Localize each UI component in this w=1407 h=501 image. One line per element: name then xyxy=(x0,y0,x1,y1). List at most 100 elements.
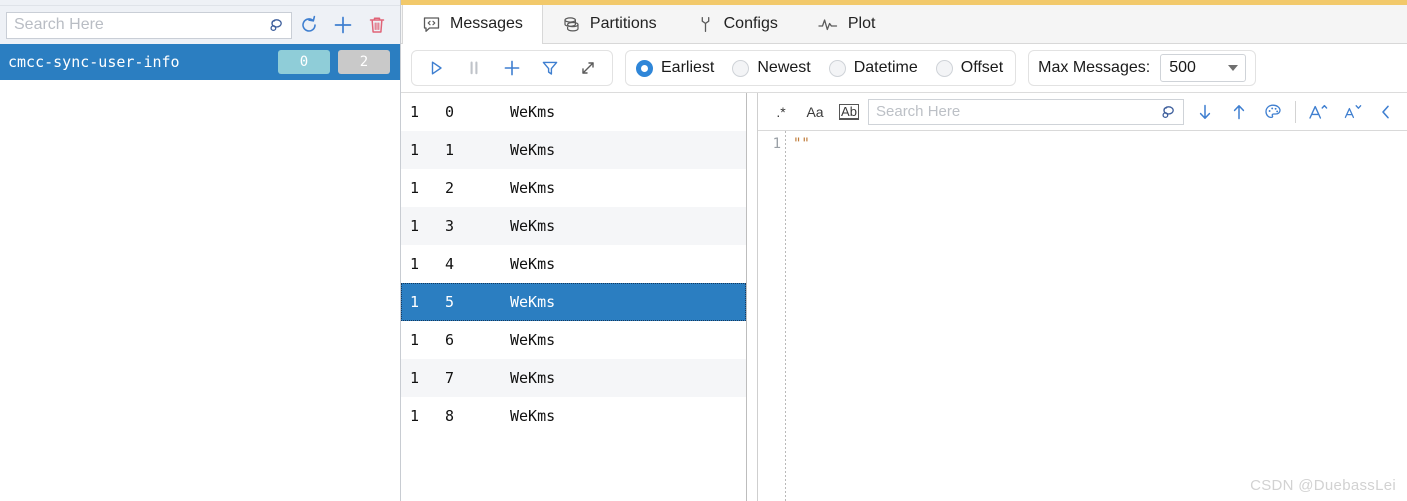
message-value-editor[interactable]: 1 "" xyxy=(758,131,1407,501)
cell-partition: 1 xyxy=(410,255,420,273)
cell-offset: 5 xyxy=(445,293,455,311)
table-row[interactable]: 1 2 WeKms xyxy=(401,169,746,207)
cell-key: WeKms xyxy=(510,217,556,235)
wrench-icon xyxy=(696,15,715,34)
cell-partition: 1 xyxy=(410,407,420,425)
increase-font-button[interactable] xyxy=(1301,98,1335,126)
toolbar-divider xyxy=(1295,100,1296,123)
tab-plot-label: Plot xyxy=(847,15,876,32)
pulse-icon xyxy=(817,15,839,34)
cell-key: WeKms xyxy=(510,103,556,121)
table-row[interactable]: 1 7 WeKms xyxy=(401,359,746,397)
max-messages-value: 500 xyxy=(1169,59,1196,76)
offset-mode-group: Earliest Newest Datetime Offset xyxy=(625,50,1017,86)
split-handle[interactable] xyxy=(747,93,758,501)
play-button[interactable] xyxy=(418,53,454,83)
decrease-font-button[interactable] xyxy=(1335,98,1369,126)
highlight-color-button[interactable] xyxy=(1256,98,1290,126)
add-button[interactable] xyxy=(494,53,530,83)
radio-offset-dot xyxy=(935,59,953,77)
cell-offset: 8 xyxy=(445,407,455,425)
cell-key: WeKms xyxy=(510,331,556,349)
topic-search-input[interactable] xyxy=(7,12,291,38)
topic-badge-count: 2 xyxy=(338,50,390,74)
cell-offset: 0 xyxy=(445,103,455,121)
table-row[interactable]: 1 1 WeKms xyxy=(401,131,746,169)
delete-topic-button[interactable] xyxy=(360,10,394,40)
topic-detail-panel: Messages Partitions Configs Plot Earlies… xyxy=(401,0,1407,501)
match-case-button[interactable]: Aa xyxy=(798,98,832,126)
radio-datetime-label: Datetime xyxy=(853,59,918,76)
cell-partition: 1 xyxy=(410,103,420,121)
tab-partitions[interactable]: Partitions xyxy=(543,5,677,43)
radio-datetime[interactable]: Datetime xyxy=(828,59,936,77)
find-previous-button[interactable] xyxy=(1222,98,1256,126)
table-row[interactable]: 1 3 WeKms xyxy=(401,207,746,245)
topic-search-field[interactable] xyxy=(6,11,292,39)
cell-key: WeKms xyxy=(510,255,556,273)
topic-list: cmcc-sync-user-info 0 2 xyxy=(0,44,400,501)
topics-toolbar xyxy=(0,6,400,44)
radio-earliest[interactable]: Earliest xyxy=(636,59,732,77)
radio-newest[interactable]: Newest xyxy=(732,59,828,77)
cell-offset: 7 xyxy=(445,369,455,387)
application-window: cmcc-sync-user-info 0 2 Messages xyxy=(0,0,1407,501)
match-case-label: Aa xyxy=(806,103,824,120)
topics-panel: cmcc-sync-user-info 0 2 xyxy=(0,0,401,501)
table-row[interactable]: 1 6 WeKms xyxy=(401,321,746,359)
cell-key: WeKms xyxy=(510,141,556,159)
cell-partition: 1 xyxy=(410,141,420,159)
cell-offset: 4 xyxy=(445,255,455,273)
cell-offset: 3 xyxy=(445,217,455,235)
tab-configs-label: Configs xyxy=(723,15,778,32)
table-row[interactable]: 1 8 WeKms xyxy=(401,397,746,435)
regex-toggle-button[interactable]: .* xyxy=(764,98,798,126)
collapse-panel-button[interactable] xyxy=(1369,98,1403,126)
cell-partition: 1 xyxy=(410,217,420,235)
table-row[interactable]: 1 4 WeKms xyxy=(401,245,746,283)
whole-word-button[interactable]: Ab xyxy=(832,98,866,126)
cell-partition: 1 xyxy=(410,179,420,197)
refresh-button[interactable] xyxy=(292,10,326,40)
content-search-input[interactable] xyxy=(869,99,1183,124)
radio-newest-label: Newest xyxy=(757,59,811,76)
cell-key: WeKms xyxy=(510,179,556,197)
find-next-button[interactable] xyxy=(1188,98,1222,126)
cell-partition: 1 xyxy=(410,293,420,311)
tab-plot[interactable]: Plot xyxy=(798,5,896,43)
pause-button[interactable] xyxy=(456,53,492,83)
regex-toggle-label: .* xyxy=(776,103,786,120)
tab-messages[interactable]: Messages xyxy=(402,5,543,44)
topic-list-item[interactable]: cmcc-sync-user-info 0 2 xyxy=(0,44,400,80)
radio-offset[interactable]: Offset xyxy=(935,59,1003,77)
search-icon[interactable] xyxy=(267,16,285,34)
database-icon xyxy=(562,15,581,34)
table-row-selected[interactable]: 1 5 WeKms xyxy=(401,283,746,321)
messages-split-view: 1 0 WeKms 1 1 WeKms 1 2 WeKms 1 3 WeKms … xyxy=(401,93,1407,501)
filter-button[interactable] xyxy=(532,53,568,83)
topic-badge-partitions: 0 xyxy=(278,50,330,74)
add-topic-button[interactable] xyxy=(326,10,360,40)
cell-partition: 1 xyxy=(410,369,420,387)
consume-actions-group xyxy=(411,50,613,86)
content-search-field[interactable] xyxy=(868,98,1184,125)
radio-datetime-dot xyxy=(828,59,846,77)
tab-messages-label: Messages xyxy=(450,15,523,32)
message-code-icon xyxy=(422,15,441,34)
table-row[interactable]: 1 0 WeKms xyxy=(401,93,746,131)
max-messages-label: Max Messages: xyxy=(1038,59,1151,76)
message-content-pane: .* Aa Ab Search Here 1 "" xyxy=(758,93,1407,501)
radio-earliest-label: Earliest xyxy=(661,59,715,76)
search-icon[interactable] xyxy=(1159,103,1177,121)
max-messages-select[interactable]: 500 xyxy=(1160,54,1247,82)
cell-key: WeKms xyxy=(510,293,556,311)
consume-controls-toolbar: Earliest Newest Datetime Offset Max Mess… xyxy=(401,44,1407,93)
expand-button[interactable] xyxy=(570,53,606,83)
whole-word-label: Ab xyxy=(839,103,859,120)
tab-partitions-label: Partitions xyxy=(589,15,657,32)
tab-configs[interactable]: Configs xyxy=(677,5,798,43)
content-find-toolbar: .* Aa Ab xyxy=(758,93,1407,131)
cell-offset: 6 xyxy=(445,331,455,349)
line-number-gutter: 1 xyxy=(772,136,781,152)
radio-earliest-dot xyxy=(636,59,653,77)
